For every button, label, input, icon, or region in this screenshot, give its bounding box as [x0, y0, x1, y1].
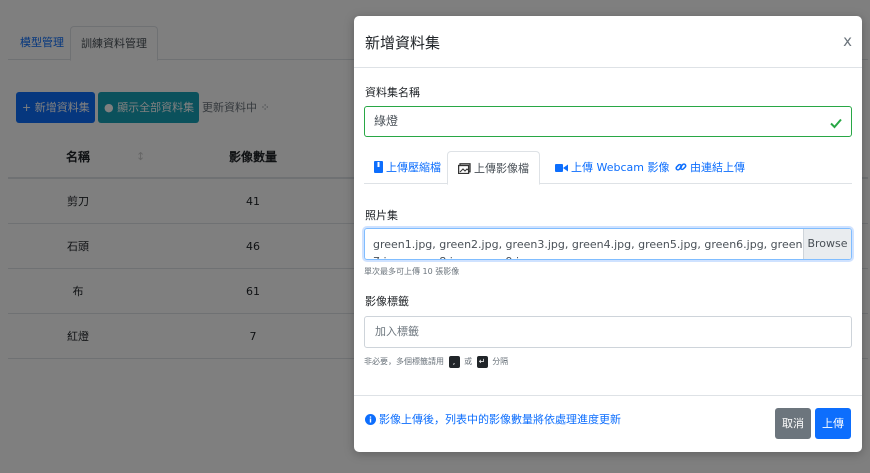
tags-help-text: 非必要，多個標籤請用 , 或 ↵ 分隔: [364, 355, 508, 369]
dataset-name-input[interactable]: 綠燈: [364, 106, 852, 137]
modal-footer: 影像上傳後，列表中的影像數量將依處理進度更新 取消 上傳: [354, 395, 862, 452]
close-button[interactable]: x: [843, 32, 852, 50]
tab-upload-images-label: 上傳影像檔: [474, 162, 529, 175]
dataset-name-label: 資料集名稱: [365, 86, 420, 99]
video-camera-icon: [555, 161, 571, 174]
new-dataset-modal: 新增資料集 x 資料集名稱 綠燈 上傳壓縮檔 上傳影像檔 上傳 Webcam 影…: [354, 16, 862, 452]
file-input[interactable]: green1.jpg, green2.jpg, green3.jpg, gree…: [364, 228, 852, 260]
tab-upload-zip[interactable]: 上傳壓縮檔: [374, 151, 441, 184]
tags-help-suffix: 分隔: [492, 357, 509, 366]
checkmark-icon: [829, 112, 843, 141]
images-icon: [457, 162, 474, 175]
tab-upload-link-label: 由連結上傳: [690, 161, 745, 174]
tab-upload-images[interactable]: 上傳影像檔: [447, 151, 540, 185]
tab-upload-webcam[interactable]: 上傳 Webcam 影像: [555, 151, 669, 184]
modal-header: 新增資料集 x: [354, 16, 862, 68]
info-icon: [365, 413, 379, 426]
cancel-button[interactable]: 取消: [775, 408, 811, 439]
comma-key: ,: [448, 355, 460, 368]
selected-files: green1.jpg, green2.jpg, green3.jpg, gree…: [373, 238, 803, 259]
tags-help-or: 或: [464, 357, 473, 366]
browse-button[interactable]: Browse: [803, 229, 851, 259]
tab-upload-link[interactable]: 由連結上傳: [675, 151, 745, 184]
tab-upload-webcam-label: 上傳 Webcam 影像: [571, 161, 670, 174]
tags-input[interactable]: 加入標籤: [364, 316, 852, 348]
photos-label: 照片集: [365, 209, 398, 222]
upload-source-tabs: 上傳壓縮檔 上傳影像檔 上傳 Webcam 影像 由連結上傳: [364, 151, 852, 185]
zip-file-icon: [374, 161, 386, 174]
modal-title: 新增資料集: [365, 34, 441, 52]
tags-label: 影像標籤: [365, 295, 409, 308]
photos-help-text: 單次最多可上傳 10 張影像: [364, 267, 460, 276]
upload-note-text: 影像上傳後，列表中的影像數量將依處理進度更新: [379, 413, 621, 426]
link-icon: [675, 161, 690, 174]
dataset-name-value: 綠燈: [374, 114, 399, 128]
tab-upload-zip-label: 上傳壓縮檔: [386, 161, 441, 174]
upload-note: 影像上傳後，列表中的影像數量將依處理進度更新: [365, 411, 621, 427]
tags-help-prefix: 非必要，多個標籤請用: [364, 357, 444, 366]
upload-button[interactable]: 上傳: [815, 408, 851, 439]
enter-key-icon: ↵: [476, 355, 488, 368]
